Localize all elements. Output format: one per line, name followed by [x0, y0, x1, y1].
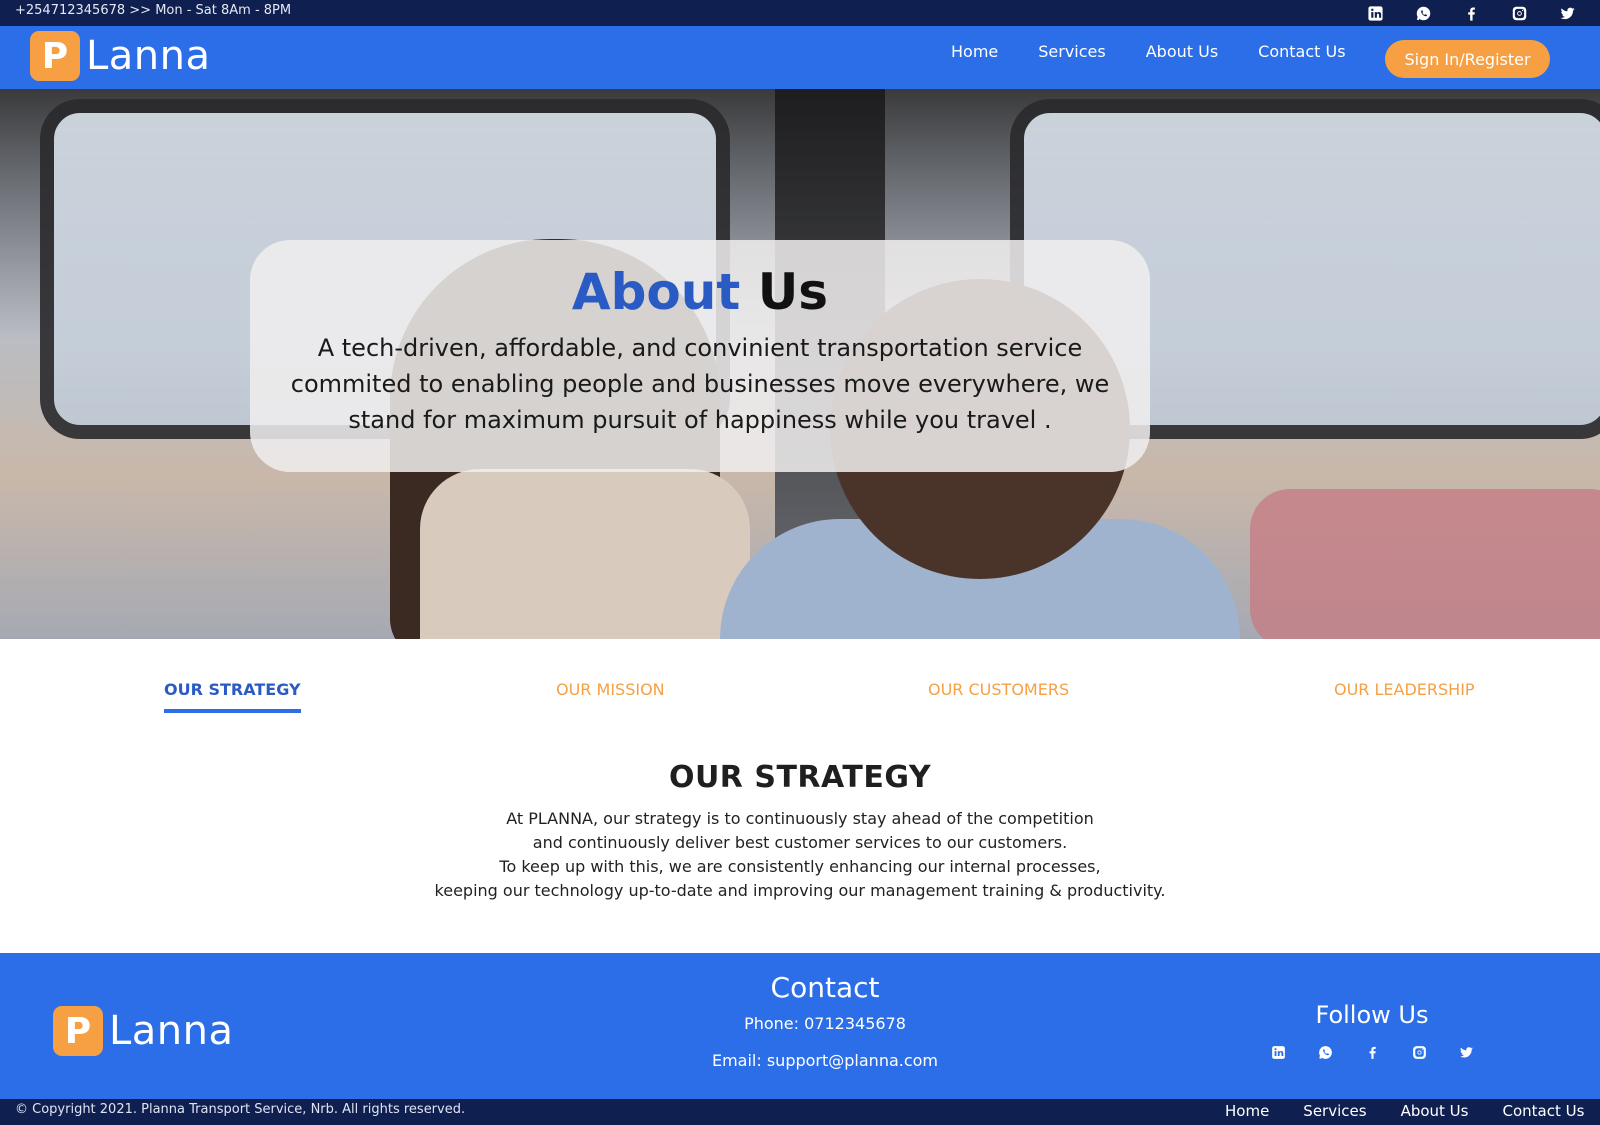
- nav-contact-us[interactable]: Contact Us: [1258, 42, 1345, 61]
- footer-contact: Contact Phone: 0712345678 Email: support…: [600, 971, 1050, 1070]
- footer-nav-contact-us[interactable]: Contact Us: [1502, 1102, 1584, 1120]
- section-heading: OUR STRATEGY: [668, 760, 932, 795]
- site-logo[interactable]: P Lanna: [30, 31, 211, 81]
- bottom-bar: © Copyright 2021. Planna Transport Servi…: [0, 1099, 1600, 1125]
- body-line: and continuously deliver best customer s…: [532, 833, 1068, 852]
- sign-in-register-button[interactable]: Sign In/Register: [1385, 40, 1550, 78]
- footer-logo[interactable]: P Lanna: [53, 1006, 234, 1056]
- linkedin-icon[interactable]: [1364, 2, 1386, 24]
- copyright-text: © Copyright 2021. Planna Transport Servi…: [15, 1102, 466, 1117]
- facebook-icon[interactable]: [1361, 1041, 1383, 1063]
- tab-our-leadership[interactable]: OUR LEADERSHIP: [1334, 680, 1475, 699]
- main-header: P Lanna Home Services About Us Contact U…: [0, 26, 1600, 89]
- tab-our-customers[interactable]: OUR CUSTOMERS: [928, 680, 1069, 699]
- facebook-icon[interactable]: [1460, 2, 1482, 24]
- logo-word: Lanna: [86, 33, 211, 79]
- hero-card: About Us A tech-driven, affordable, and …: [250, 240, 1150, 472]
- about-tabs: OUR STRATEGY OUR MISSION OUR CUSTOMERS O…: [0, 672, 1600, 722]
- twitter-icon[interactable]: [1455, 1041, 1477, 1063]
- strategy-section: OUR STRATEGY At PLANNA, our strategy is …: [0, 760, 1600, 903]
- footer-nav-services[interactable]: Services: [1303, 1102, 1366, 1120]
- body-line: To keep up with this, we are consistentl…: [499, 857, 1101, 876]
- whatsapp-icon[interactable]: [1412, 2, 1434, 24]
- footer-nav-about-us[interactable]: About Us: [1401, 1102, 1469, 1120]
- tab-our-strategy[interactable]: OUR STRATEGY: [164, 680, 301, 713]
- body-line: keeping our technology up-to-date and im…: [434, 881, 1166, 900]
- top-info-bar: +254712345678 >> Mon - Sat 8Am - 8PM: [0, 0, 1600, 26]
- footer-logo-badge: P: [53, 1006, 103, 1056]
- logo-badge: P: [30, 31, 80, 81]
- linkedin-icon[interactable]: [1267, 1041, 1289, 1063]
- footer-nav-home[interactable]: Home: [1225, 1102, 1269, 1120]
- section-body: At PLANNA, our strategy is to continuous…: [0, 807, 1600, 903]
- hero-description: A tech-driven, affordable, and convinien…: [290, 334, 1110, 434]
- top-social-links: [1364, 2, 1578, 24]
- contact-phone[interactable]: Phone: 0712345678: [600, 1014, 1050, 1033]
- tab-our-mission[interactable]: OUR MISSION: [556, 680, 665, 699]
- site-footer: P Lanna Contact Phone: 0712345678 Email:…: [0, 953, 1600, 1099]
- whatsapp-icon[interactable]: [1314, 1041, 1336, 1063]
- main-nav: Home Services About Us Contact Us: [951, 42, 1346, 61]
- body-line: At PLANNA, our strategy is to continuous…: [506, 809, 1094, 828]
- hero-title-highlight: About: [571, 263, 741, 321]
- nav-home[interactable]: Home: [951, 42, 998, 61]
- contact-email[interactable]: Email: support@planna.com: [600, 1051, 1050, 1070]
- footer-social-links: [1262, 1041, 1482, 1063]
- nav-about-us[interactable]: About Us: [1146, 42, 1218, 61]
- contact-hours: +254712345678 >> Mon - Sat 8Am - 8PM: [15, 3, 292, 18]
- follow-title: Follow Us: [1315, 1001, 1429, 1029]
- footer-follow: Follow Us: [1262, 1001, 1482, 1063]
- footer-nav: Home Services About Us Contact Us: [1225, 1102, 1584, 1120]
- twitter-icon[interactable]: [1556, 2, 1578, 24]
- hero-title: About Us: [250, 262, 1150, 322]
- nav-services[interactable]: Services: [1038, 42, 1105, 61]
- instagram-icon[interactable]: [1508, 2, 1530, 24]
- hero-title-rest: Us: [757, 263, 829, 321]
- instagram-icon[interactable]: [1408, 1041, 1430, 1063]
- contact-title: Contact: [770, 971, 880, 1004]
- footer-logo-word: Lanna: [109, 1008, 234, 1054]
